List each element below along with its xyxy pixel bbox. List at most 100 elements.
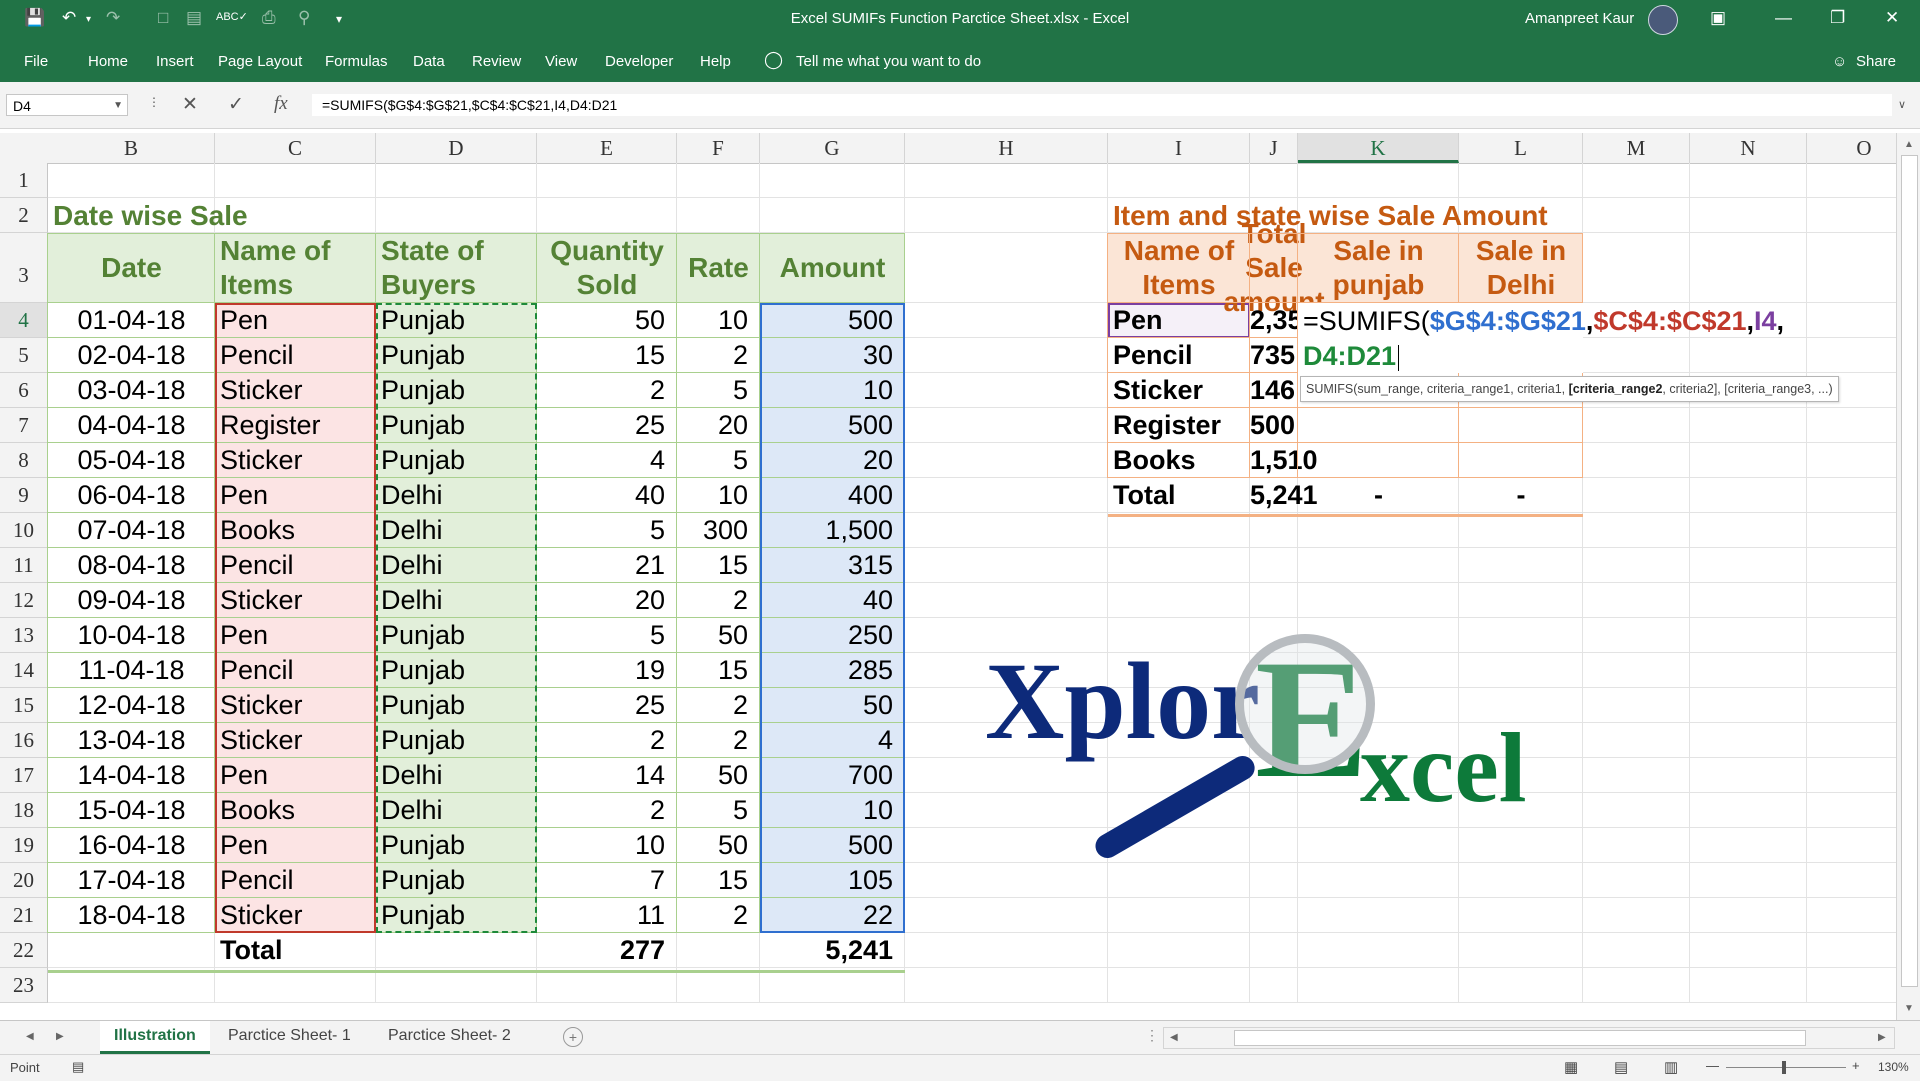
qty-cell[interactable]: 11	[537, 898, 677, 933]
tab-file[interactable]: File	[24, 53, 48, 70]
date-cell[interactable]: 08-04-18	[48, 548, 215, 583]
row-header-15[interactable]: 15	[0, 688, 48, 723]
column-header-h[interactable]: H	[905, 133, 1108, 163]
left-header-rate[interactable]: Rate	[677, 233, 760, 303]
row-header-18[interactable]: 18	[0, 793, 48, 828]
zoom-level[interactable]: 130%	[1878, 1060, 1909, 1074]
zoom-out-icon[interactable]: —	[1706, 1058, 1719, 1073]
row-header-20[interactable]: 20	[0, 863, 48, 898]
date-cell[interactable]: 15-04-18	[48, 793, 215, 828]
rate-cell[interactable]: 15	[677, 863, 760, 898]
macro-record-icon[interactable]: ▤	[72, 1059, 84, 1075]
date-cell[interactable]: 07-04-18	[48, 513, 215, 548]
tell-me-box[interactable]: Tell me what you want to do	[796, 53, 981, 70]
summary-total-cell[interactable]: 1,510	[1250, 443, 1318, 478]
date-cell[interactable]: 11-04-18	[48, 653, 215, 688]
column-header-d[interactable]: D	[376, 133, 537, 163]
rate-cell[interactable]: 2	[677, 338, 760, 373]
maximize-icon[interactable]: ❐	[1830, 8, 1845, 28]
qty-cell[interactable]: 25	[537, 688, 677, 723]
column-header-c[interactable]: C	[215, 133, 376, 163]
row-header-7[interactable]: 7	[0, 408, 48, 443]
sheet-tab-practice-1[interactable]: Parctice Sheet- 1	[214, 1021, 365, 1051]
date-cell[interactable]: 12-04-18	[48, 688, 215, 723]
tab-page-layout[interactable]: Page Layout	[218, 53, 302, 70]
rate-cell[interactable]: 10	[677, 303, 760, 338]
date-cell[interactable]: 03-04-18	[48, 373, 215, 408]
h-scroll-thumb[interactable]	[1234, 1030, 1806, 1046]
scroll-down-icon[interactable]: ▼	[1904, 1003, 1914, 1014]
column-header-n[interactable]: N	[1690, 133, 1807, 163]
column-header-j[interactable]: J	[1250, 133, 1298, 163]
tab-formulas[interactable]: Formulas	[325, 53, 388, 70]
rate-cell[interactable]: 15	[677, 653, 760, 688]
qty-cell[interactable]: 25	[537, 408, 677, 443]
date-cell[interactable]: 13-04-18	[48, 723, 215, 758]
qty-cell[interactable]: 7	[537, 863, 677, 898]
qty-cell[interactable]: 40	[537, 478, 677, 513]
scroll-left-icon[interactable]: ◀	[1170, 1032, 1178, 1043]
summary-total-label[interactable]: Total	[1108, 478, 1250, 513]
row-header-8[interactable]: 8	[0, 443, 48, 478]
right-header-delhi[interactable]: Sale in Delhi	[1459, 233, 1583, 303]
row-header-3[interactable]: 3	[0, 233, 48, 303]
column-header-i[interactable]: I	[1108, 133, 1250, 163]
rate-cell[interactable]: 2	[677, 898, 760, 933]
summary-item-cell[interactable]: Pencil	[1108, 338, 1250, 373]
qty-cell[interactable]: 2	[537, 723, 677, 758]
user-name[interactable]: Amanpreet Kaur	[1525, 10, 1634, 27]
left-header-item[interactable]: Name of Items	[215, 233, 376, 303]
column-header-e[interactable]: E	[537, 133, 677, 163]
left-header-state[interactable]: State of Buyers	[376, 233, 537, 303]
left-header-amount[interactable]: Amount	[760, 233, 905, 303]
enter-icon[interactable]: ✓	[228, 93, 244, 116]
summary-total-cell[interactable]: 146	[1250, 373, 1298, 408]
sheet-tab-practice-2[interactable]: Parctice Sheet- 2	[374, 1021, 525, 1051]
date-cell[interactable]: 16-04-18	[48, 828, 215, 863]
row-header-2[interactable]: 2	[0, 198, 48, 233]
page-layout-view-icon[interactable]: ▤	[1614, 1058, 1628, 1076]
date-cell[interactable]: 14-04-18	[48, 758, 215, 793]
date-cell[interactable]: 10-04-18	[48, 618, 215, 653]
tab-help[interactable]: Help	[700, 53, 731, 70]
tab-data[interactable]: Data	[413, 53, 445, 70]
avatar[interactable]	[1648, 5, 1678, 35]
qty-cell[interactable]: 5	[537, 618, 677, 653]
zoom-in-icon[interactable]: +	[1852, 1058, 1860, 1073]
row-header-10[interactable]: 10	[0, 513, 48, 548]
date-cell[interactable]: 04-04-18	[48, 408, 215, 443]
qty-cell[interactable]: 4	[537, 443, 677, 478]
summary-item-cell[interactable]: Register	[1108, 408, 1250, 443]
rate-cell[interactable]: 10	[677, 478, 760, 513]
rate-cell[interactable]: 50	[677, 758, 760, 793]
insert-function-icon[interactable]: fx	[274, 93, 288, 115]
row-header-22[interactable]: 22	[0, 933, 48, 968]
summary-total-cell[interactable]: 2,350	[1250, 303, 1318, 338]
column-header-m[interactable]: M	[1583, 133, 1690, 163]
rate-cell[interactable]: 2	[677, 723, 760, 758]
date-cell[interactable]: 09-04-18	[48, 583, 215, 618]
rate-cell[interactable]: 50	[677, 618, 760, 653]
tab-view[interactable]: View	[545, 53, 577, 70]
rate-cell[interactable]: 20	[677, 408, 760, 443]
normal-view-icon[interactable]: ▦	[1564, 1058, 1578, 1076]
summary-total-value[interactable]: 5,241	[1250, 478, 1318, 513]
horizontal-scrollbar[interactable]: ◀ ▶	[1163, 1027, 1895, 1049]
row-header-9[interactable]: 9	[0, 478, 48, 513]
row-header-16[interactable]: 16	[0, 723, 48, 758]
sheet-tab-illustration[interactable]: Illustration	[100, 1021, 210, 1054]
qty-cell[interactable]: 2	[537, 373, 677, 408]
ribbon-display-icon[interactable]: ▣	[1710, 8, 1726, 28]
rate-cell[interactable]: 50	[677, 828, 760, 863]
qty-cell[interactable]: 50	[537, 303, 677, 338]
rate-cell[interactable]: 5	[677, 793, 760, 828]
row-header-4[interactable]: 4	[0, 303, 48, 338]
row-header-12[interactable]: 12	[0, 583, 48, 618]
name-box[interactable]: D4 ▼	[6, 94, 128, 116]
left-total-qty[interactable]: 277	[537, 933, 677, 968]
row-header-14[interactable]: 14	[0, 653, 48, 688]
left-header-date[interactable]: Date	[48, 233, 215, 303]
scroll-up-icon[interactable]: ▲	[1904, 139, 1914, 150]
qty-cell[interactable]: 14	[537, 758, 677, 793]
column-header-g[interactable]: G	[760, 133, 905, 163]
